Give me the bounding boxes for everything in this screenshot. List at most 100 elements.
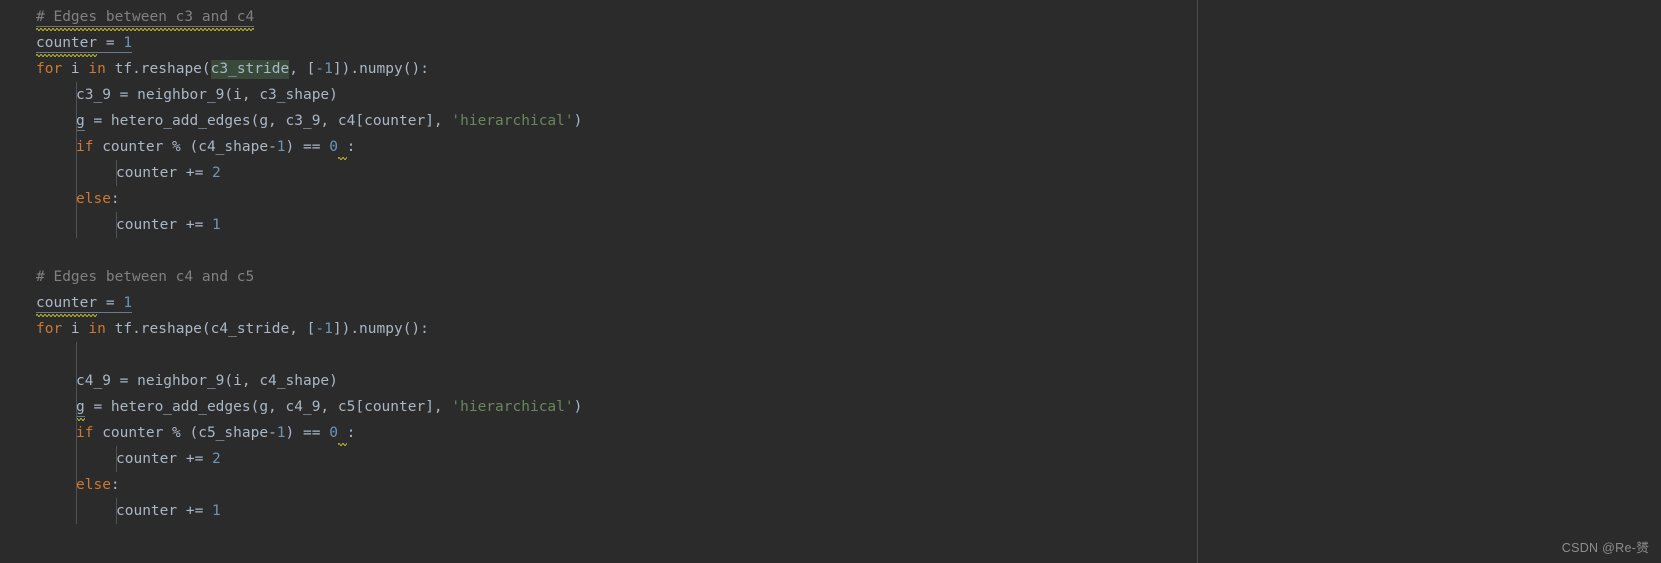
code-line-content: if counter % (c5_shape-1) == 0 : xyxy=(36,425,355,441)
code-token: ) == xyxy=(285,425,330,441)
code-token: c3_stride xyxy=(210,60,290,79)
code-line-content: counter += 2 xyxy=(36,165,221,181)
code-line-content: else: xyxy=(36,191,120,207)
code-line-content: # Edges between c4 and c5 xyxy=(36,269,254,285)
code-line[interactable]: c3_9 = neighbor_9(i, c3_shape) xyxy=(0,82,582,108)
code-token: = hetero_add_edges(g, c3_9, c4[counter], xyxy=(84,113,452,129)
code-line[interactable]: # Edges between c3 and c4 xyxy=(0,4,582,30)
csdn-watermark: CSDN @Re-赟 xyxy=(1561,541,1649,555)
code-line-content xyxy=(36,347,76,363)
code-line[interactable]: counter += 2 xyxy=(0,446,582,472)
code-token: ]).numpy(): xyxy=(332,321,429,337)
right-empty-pane xyxy=(1198,0,1661,563)
code-token: counter += xyxy=(116,503,213,519)
code-line[interactable]: else: xyxy=(0,472,582,498)
code-line-content: for i in tf.reshape(c4_stride, [-1]).num… xyxy=(36,321,429,337)
code-token: if xyxy=(76,139,94,155)
code-line[interactable] xyxy=(0,342,582,368)
code-token: : xyxy=(110,477,120,493)
code-line-content: g = hetero_add_edges(g, c3_9, c4[counter… xyxy=(36,113,583,131)
code-token: tf.reshape( xyxy=(105,61,211,77)
code-token: in xyxy=(88,321,106,337)
code-token: counter += xyxy=(116,165,213,181)
code-token: i xyxy=(62,321,89,337)
code-line[interactable]: for i in tf.reshape(c4_stride, [-1]).num… xyxy=(0,316,582,342)
code-line[interactable]: # Edges between c4 and c5 xyxy=(0,264,582,290)
code-line-content: counter += 2 xyxy=(36,451,221,467)
code-token: g xyxy=(76,399,85,417)
code-token: 0 xyxy=(329,139,338,155)
code-token: : xyxy=(346,425,356,441)
code-token: tf.reshape(c4_stride, [ xyxy=(105,321,316,337)
code-line[interactable]: c4_9 = neighbor_9(i, c4_shape) xyxy=(0,368,582,394)
code-token xyxy=(338,425,347,441)
code-token: 1 xyxy=(276,139,286,155)
code-token: 0 xyxy=(329,425,338,441)
code-token: in xyxy=(88,61,106,77)
code-token: c4_9 = neighbor_9(i, c4_shape) xyxy=(76,373,338,389)
code-line-content: counter += 1 xyxy=(36,217,221,233)
code-token: counter % (c5_shape- xyxy=(93,425,277,441)
code-line-content: for i in tf.reshape(c3_stride, [-1]).num… xyxy=(36,60,429,79)
code-line[interactable]: counter = 1 xyxy=(0,290,582,316)
code-line[interactable]: counter += 2 xyxy=(0,160,582,186)
code-line-content: c4_9 = neighbor_9(i, c4_shape) xyxy=(36,373,338,389)
code-line[interactable]: g = hetero_add_edges(g, c3_9, c4[counter… xyxy=(0,108,582,134)
code-token: for xyxy=(36,321,63,337)
code-token: else xyxy=(76,477,111,493)
indent-guide xyxy=(116,498,117,524)
code-line[interactable]: for i in tf.reshape(c3_stride, [-1]).num… xyxy=(0,56,582,82)
code-token: counter xyxy=(36,295,98,313)
code-line-content: counter = 1 xyxy=(36,295,133,313)
code-token: 2 xyxy=(212,451,221,467)
indent-guide xyxy=(76,342,77,524)
code-line[interactable]: counter += 1 xyxy=(0,498,582,524)
code-token: 'hierarchical' xyxy=(451,113,574,129)
code-line-content: if counter % (c4_shape-1) == 0 : xyxy=(36,139,355,155)
code-token: 1 xyxy=(212,503,221,519)
code-token xyxy=(338,139,347,155)
code-token: i xyxy=(62,61,89,77)
code-line[interactable]: counter += 1 xyxy=(0,212,582,238)
code-token: , [ xyxy=(289,61,316,77)
indent-guide xyxy=(76,82,77,238)
code-token: : xyxy=(346,139,356,155)
code-line[interactable]: else: xyxy=(0,186,582,212)
code-token: 'hierarchical' xyxy=(451,399,574,415)
code-line-content: counter = 1 xyxy=(36,35,133,53)
code-text-area[interactable]: # Edges between c3 and c4 counter = 1 for … xyxy=(0,0,582,524)
indent-guide xyxy=(116,446,117,472)
code-token: # Edges between c4 and c5 xyxy=(36,269,255,285)
code-line[interactable]: counter = 1 xyxy=(0,30,582,56)
code-token: ) xyxy=(573,399,583,415)
code-editor-window: # Edges between c3 and c4 counter = 1 for … xyxy=(0,0,1661,563)
code-token: 2 xyxy=(212,165,221,181)
code-token: -1 xyxy=(315,321,333,337)
code-line[interactable]: if counter % (c5_shape-1) == 0 : xyxy=(0,420,582,446)
code-token: = hetero_add_edges(g, c4_9, c5[counter], xyxy=(84,399,452,415)
code-line-content: # Edges between c3 and c4 xyxy=(36,9,255,27)
code-token: ) xyxy=(573,113,583,129)
code-editor-pane[interactable]: # Edges between c3 and c4 counter = 1 for … xyxy=(0,0,1197,563)
indent-guide xyxy=(116,212,117,238)
code-line[interactable]: g = hetero_add_edges(g, c4_9, c5[counter… xyxy=(0,394,582,420)
code-token: counter += xyxy=(116,217,213,233)
code-token: else xyxy=(76,191,111,207)
code-line-content: counter += 1 xyxy=(36,503,221,519)
code-token: ]).numpy(): xyxy=(332,61,429,77)
code-token: counter xyxy=(36,35,98,53)
code-token: = xyxy=(97,295,124,313)
code-line-content: else: xyxy=(36,477,120,493)
code-token: 1 xyxy=(276,425,286,441)
code-token: 1 xyxy=(123,295,133,313)
code-token: c3_9 = neighbor_9(i, c3_shape) xyxy=(76,87,338,103)
code-token: : xyxy=(110,191,120,207)
code-line[interactable] xyxy=(0,238,582,264)
code-token: counter += xyxy=(116,451,213,467)
code-token: 1 xyxy=(212,217,221,233)
code-token: if xyxy=(76,425,94,441)
code-line[interactable]: if counter % (c4_shape-1) == 0 : xyxy=(0,134,582,160)
code-token: -1 xyxy=(315,61,333,77)
code-token: for xyxy=(36,61,63,77)
indent-guide xyxy=(116,160,117,186)
